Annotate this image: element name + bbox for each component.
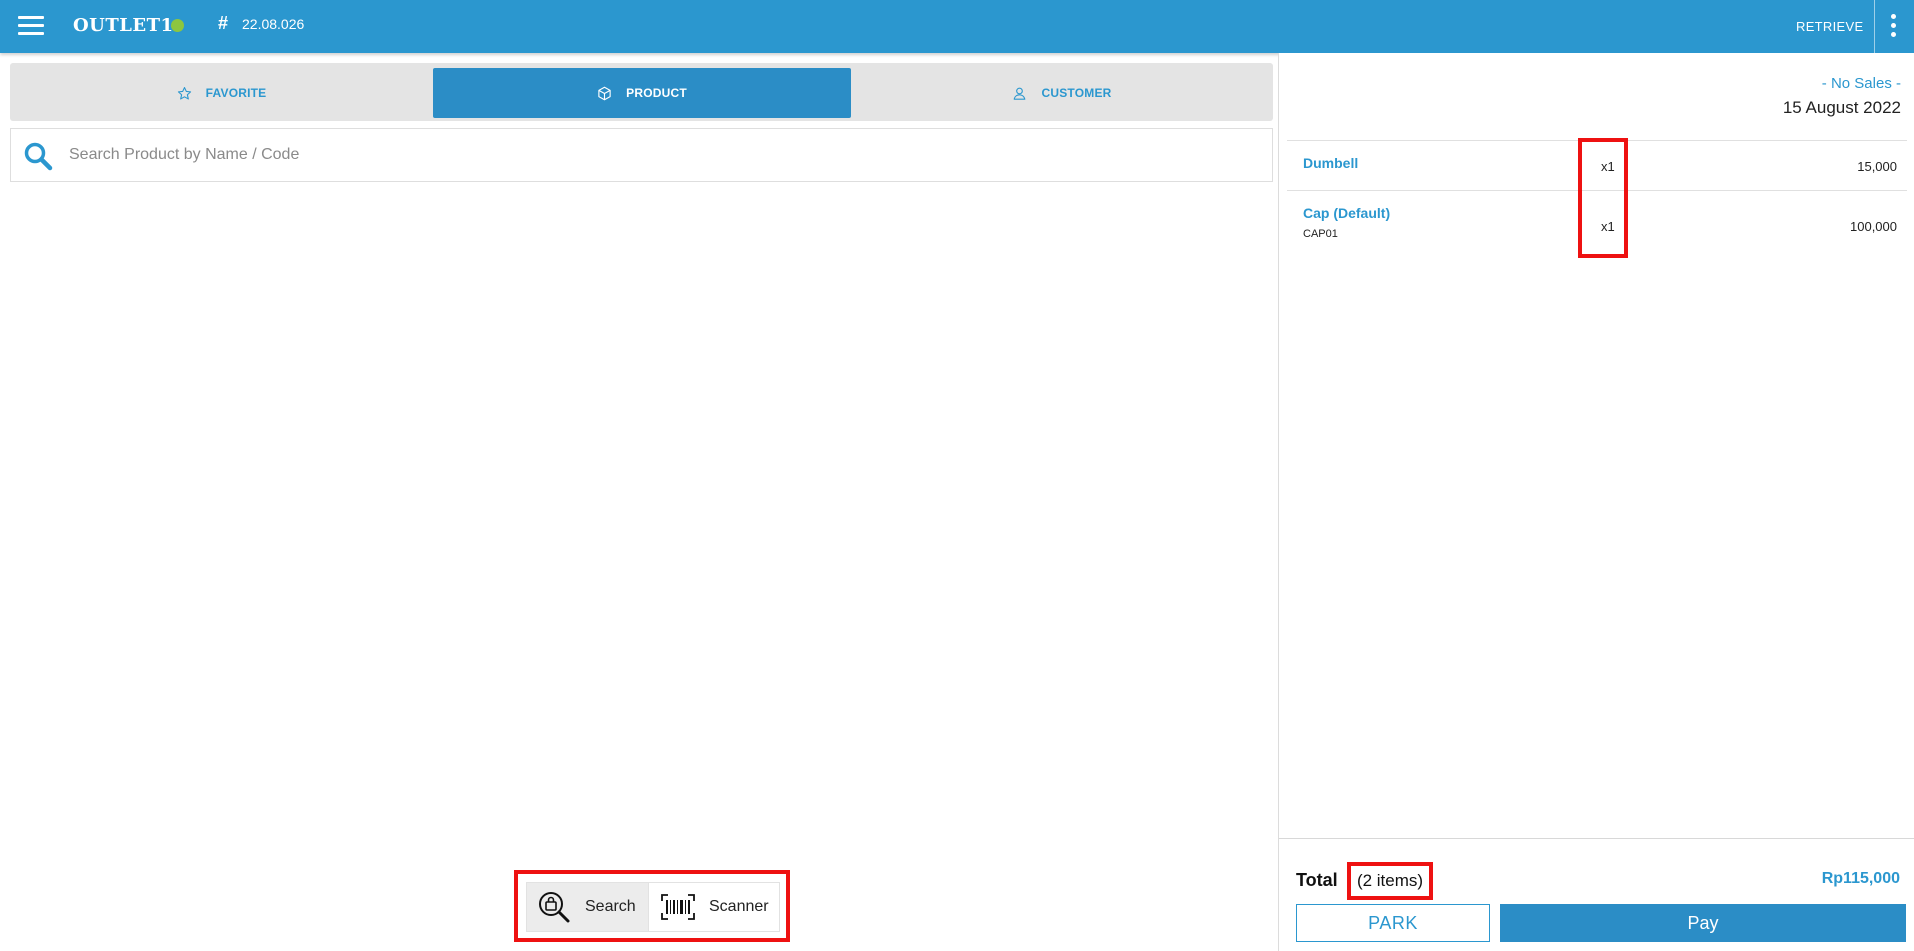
tab-favorite-label: FAVORITE (205, 86, 267, 100)
tab-customer-label: CUSTOMER (1041, 86, 1112, 100)
input-mode-toggle: Search Scanner (526, 882, 780, 932)
scanner-mode-button[interactable]: Scanner (648, 883, 778, 931)
more-options-icon[interactable] (1889, 14, 1897, 40)
barcode-icon (661, 894, 695, 920)
top-bar: OUTLET1 # 22.08.026 RETRIEVE (0, 0, 1914, 53)
park-button[interactable]: PARK (1296, 904, 1490, 942)
tab-product[interactable]: PRODUCT (433, 68, 851, 118)
qty-column-highlight (1578, 138, 1628, 258)
tab-product-label: PRODUCT (626, 86, 687, 100)
hash-icon: # (218, 13, 229, 33)
cart-item-name[interactable]: Cap (Default) (1303, 205, 1390, 221)
items-count: (2 items) (1347, 862, 1433, 900)
product-search-input[interactable] (67, 139, 1251, 171)
sales-status: - No Sales - (1821, 75, 1901, 92)
outlet-name: OUTLET1 (73, 15, 174, 36)
mode-toggle-highlight: Search Scanner (514, 870, 790, 942)
cube-icon (597, 86, 612, 101)
search-mode-button[interactable]: Search (527, 883, 648, 931)
search-bag-icon (537, 890, 571, 924)
search-mode-label: Search (585, 898, 636, 915)
cart-item-code: CAP01 (1303, 228, 1338, 240)
footer-divider (1279, 838, 1914, 839)
search-icon (23, 141, 53, 176)
catalog-tabs: FAVORITE PRODUCT CUSTOMER (10, 63, 1273, 121)
cart-item-name[interactable]: Dumbell (1303, 155, 1358, 171)
sale-date: 15 August 2022 (1782, 98, 1901, 117)
app-version: 22.08.026 (242, 16, 305, 32)
tab-favorite[interactable]: FAVORITE (10, 68, 433, 118)
total-amount: Rp115,000 (1821, 870, 1900, 887)
star-icon (177, 86, 192, 101)
user-icon (1012, 86, 1027, 101)
cart-item-price: 15,000 (1857, 159, 1897, 174)
online-status-dot (171, 19, 184, 32)
topbar-divider (1874, 0, 1875, 53)
total-label: Total (1296, 870, 1338, 890)
cart-item-price: 100,000 (1850, 219, 1897, 234)
retrieve-button[interactable]: RETRIEVE (1784, 0, 1875, 53)
tab-customer[interactable]: CUSTOMER (851, 68, 1273, 118)
menu-icon[interactable] (18, 16, 44, 36)
pay-button[interactable]: Pay (1500, 904, 1906, 942)
product-search-bar (10, 128, 1273, 182)
scanner-mode-label: Scanner (709, 898, 769, 915)
